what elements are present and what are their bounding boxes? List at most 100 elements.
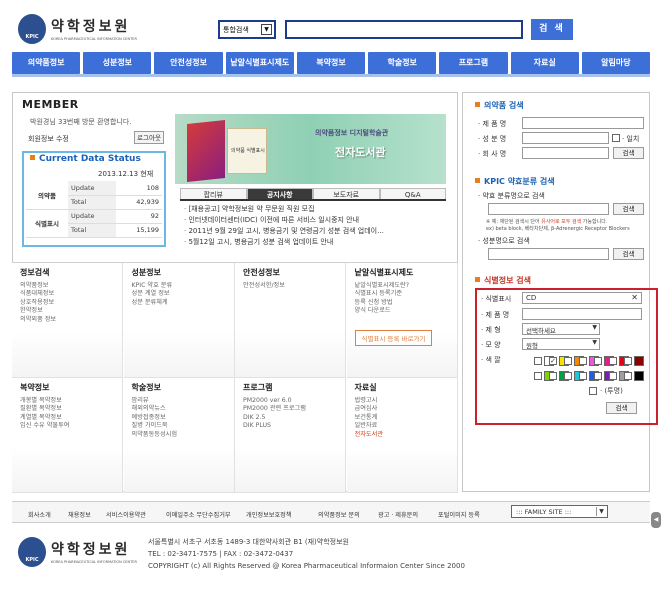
cell-link[interactable]: 한약정보: [20, 307, 114, 315]
mark-input[interactable]: CD ✕: [522, 292, 642, 304]
kpic-ingredient-input[interactable]: [488, 248, 609, 260]
color-checkbox[interactable]: [609, 372, 617, 380]
site-logo[interactable]: KPIC 약학정보원 KOREA PHARMACEUTICAL INFORMAT…: [18, 14, 158, 48]
color-checkbox[interactable]: [594, 357, 602, 365]
footer-link[interactable]: 포털이미지 등록: [438, 510, 480, 519]
scroll-handle[interactable]: ◀: [651, 512, 661, 528]
footer-link[interactable]: 회사소개: [28, 510, 51, 519]
id-search-button[interactable]: 검색: [606, 402, 637, 414]
footer-link[interactable]: 이메일주소 무단수집거부: [166, 510, 231, 519]
news-item[interactable]: 5월12일 고시, 병용금기 성분 검색 업데이트 안내: [184, 237, 444, 248]
company-input[interactable]: [522, 147, 609, 159]
color-checkbox[interactable]: [624, 357, 632, 365]
cell-link[interactable]: 의약외품 정보: [20, 316, 114, 324]
footer-link[interactable]: 채용정보: [68, 510, 91, 519]
cell-link[interactable]: DIK 2.5: [243, 414, 337, 422]
cell-title[interactable]: 학술정보: [132, 382, 226, 393]
search-input[interactable]: [285, 20, 523, 39]
color-checkbox[interactable]: [564, 357, 572, 365]
cell-link[interactable]: 식품대체정보: [20, 290, 114, 298]
cell-link[interactable]: 안전성서한/정보: [243, 282, 337, 290]
exact-match-checkbox[interactable]: [612, 134, 620, 142]
cell-link[interactable]: 양식 다운로드: [355, 307, 449, 315]
product-input[interactable]: [522, 308, 642, 320]
cell-link[interactable]: 상호작용정보: [20, 299, 114, 307]
cell-link[interactable]: 성분 분류체계: [132, 299, 226, 307]
nav-item-3[interactable]: 낱알식별표시제도: [225, 52, 294, 74]
search-button[interactable]: 검 색: [531, 19, 573, 40]
cell-link[interactable]: 급여심사: [355, 405, 449, 413]
color-checkbox[interactable]: [579, 372, 587, 380]
member-info-link[interactable]: 회원정보 수정: [28, 134, 69, 144]
nav-item-5[interactable]: 학술정보: [368, 52, 437, 74]
drug-search-button[interactable]: 검색: [613, 147, 644, 159]
nav-item-8[interactable]: 알림마당: [581, 52, 650, 74]
cell-title[interactable]: 안전성정보: [243, 267, 337, 278]
kpic-class-search-button[interactable]: 검색: [613, 203, 644, 215]
shape-select[interactable]: 원형 ▼: [522, 338, 600, 350]
kpic-ingredient-search-button[interactable]: 검색: [613, 248, 644, 260]
logout-button[interactable]: 로그아웃: [134, 131, 164, 144]
color-checkbox[interactable]: [549, 372, 557, 380]
color-checkbox[interactable]: [579, 357, 587, 365]
cell-link[interactable]: 예방접종정보: [132, 414, 226, 422]
nav-item-0[interactable]: 의약품정보: [12, 52, 81, 74]
news-item[interactable]: 인터넷데이터센터(IDC) 이전에 따른 서비스 일시중지 안내: [184, 215, 444, 226]
footer-link[interactable]: 개인정보보호정책: [246, 510, 292, 519]
cell-title[interactable]: 복약정보: [20, 382, 114, 393]
color-swatch[interactable]: [634, 371, 644, 381]
tab-0[interactable]: 팝리뷰: [180, 188, 247, 199]
cell-link[interactable]: 질병 가이드북: [132, 422, 226, 430]
nav-item-6[interactable]: 프로그램: [439, 52, 508, 74]
nav-item-4[interactable]: 복약정보: [296, 52, 366, 74]
cell-link[interactable]: 임신 수유 약물투여: [20, 422, 114, 430]
color-checkbox[interactable]: ✓: [549, 357, 557, 365]
form-select[interactable]: 선택하세요 ▼: [522, 323, 600, 335]
cell-link[interactable]: PM2000 관련 프로그램: [243, 405, 337, 413]
library-banner[interactable]: 의약품 식별표시 의약품정보 디지털학술관 전자도서관: [175, 114, 446, 184]
color-checkbox[interactable]: [564, 372, 572, 380]
nav-item-1[interactable]: 성분정보: [83, 52, 152, 74]
cell-title[interactable]: 낱알식별표시제도: [355, 267, 449, 278]
cell-link[interactable]: 식별표시 등록기준: [355, 290, 449, 298]
tab-3[interactable]: Q&A: [379, 188, 446, 199]
cell-title[interactable]: 자료실: [355, 382, 449, 393]
transparent-checkbox[interactable]: [589, 387, 597, 395]
cell-link[interactable]: 의약품동등성시험: [132, 431, 226, 439]
color-checkbox[interactable]: [609, 357, 617, 365]
footer-link[interactable]: 서비스이용약관: [106, 510, 146, 519]
kpic-class-input[interactable]: [488, 203, 609, 215]
cell-link[interactable]: DIK PLUS: [243, 422, 337, 430]
color-checkbox[interactable]: [594, 372, 602, 380]
tab-2[interactable]: 보도자료: [313, 188, 380, 199]
cell-link[interactable]: 보건통계: [355, 414, 449, 422]
cell-title[interactable]: 성분정보: [132, 267, 226, 278]
cell-link[interactable]: 전자도서관: [355, 431, 449, 439]
cell-title[interactable]: 프로그램: [243, 382, 337, 393]
cell-link[interactable]: 등록 신청 방법: [355, 299, 449, 307]
footer-link[interactable]: 광고 · 제휴문의: [378, 510, 418, 519]
footer-link[interactable]: 의약품정보 문의: [318, 510, 360, 519]
tab-1[interactable]: 공지사항: [246, 188, 313, 199]
drug-name-input[interactable]: [522, 117, 644, 129]
cell-link[interactable]: 계열별 복약정보: [20, 414, 114, 422]
color-swatch[interactable]: [634, 356, 644, 366]
color-checkbox[interactable]: [534, 372, 542, 380]
book-image: [187, 120, 225, 182]
family-site-select[interactable]: ::: FAMILY SITE ::: ▼: [511, 505, 608, 518]
ingredient-input[interactable]: [522, 132, 609, 144]
cell-link[interactable]: 성분 계열 정보: [132, 290, 226, 298]
cell-title[interactable]: 정보검색: [20, 267, 114, 278]
color-checkbox[interactable]: [624, 372, 632, 380]
cell-link[interactable]: 일반자료: [355, 422, 449, 430]
color-checkbox[interactable]: [534, 357, 542, 365]
news-item[interactable]: 2011년 9월 29일 고시, 병용금기 및 연령금기 성분 검색 업데이..…: [184, 226, 444, 237]
register-button[interactable]: 식별표시 등록 바로가기: [354, 329, 433, 346]
search-scope-select[interactable]: 통합검색 ▼: [218, 20, 276, 39]
nav-item-7[interactable]: 자료실: [510, 52, 579, 74]
nav-item-2[interactable]: 안전성정보: [154, 52, 223, 74]
cell-link[interactable]: 질환별 복약정보: [20, 405, 114, 413]
cell-link[interactable]: 해외의약뉴스: [132, 405, 226, 413]
news-item[interactable]: [채용공고] 약학정보원 약 무문원 직원 모집: [184, 204, 444, 215]
close-icon[interactable]: ✕: [631, 293, 638, 302]
